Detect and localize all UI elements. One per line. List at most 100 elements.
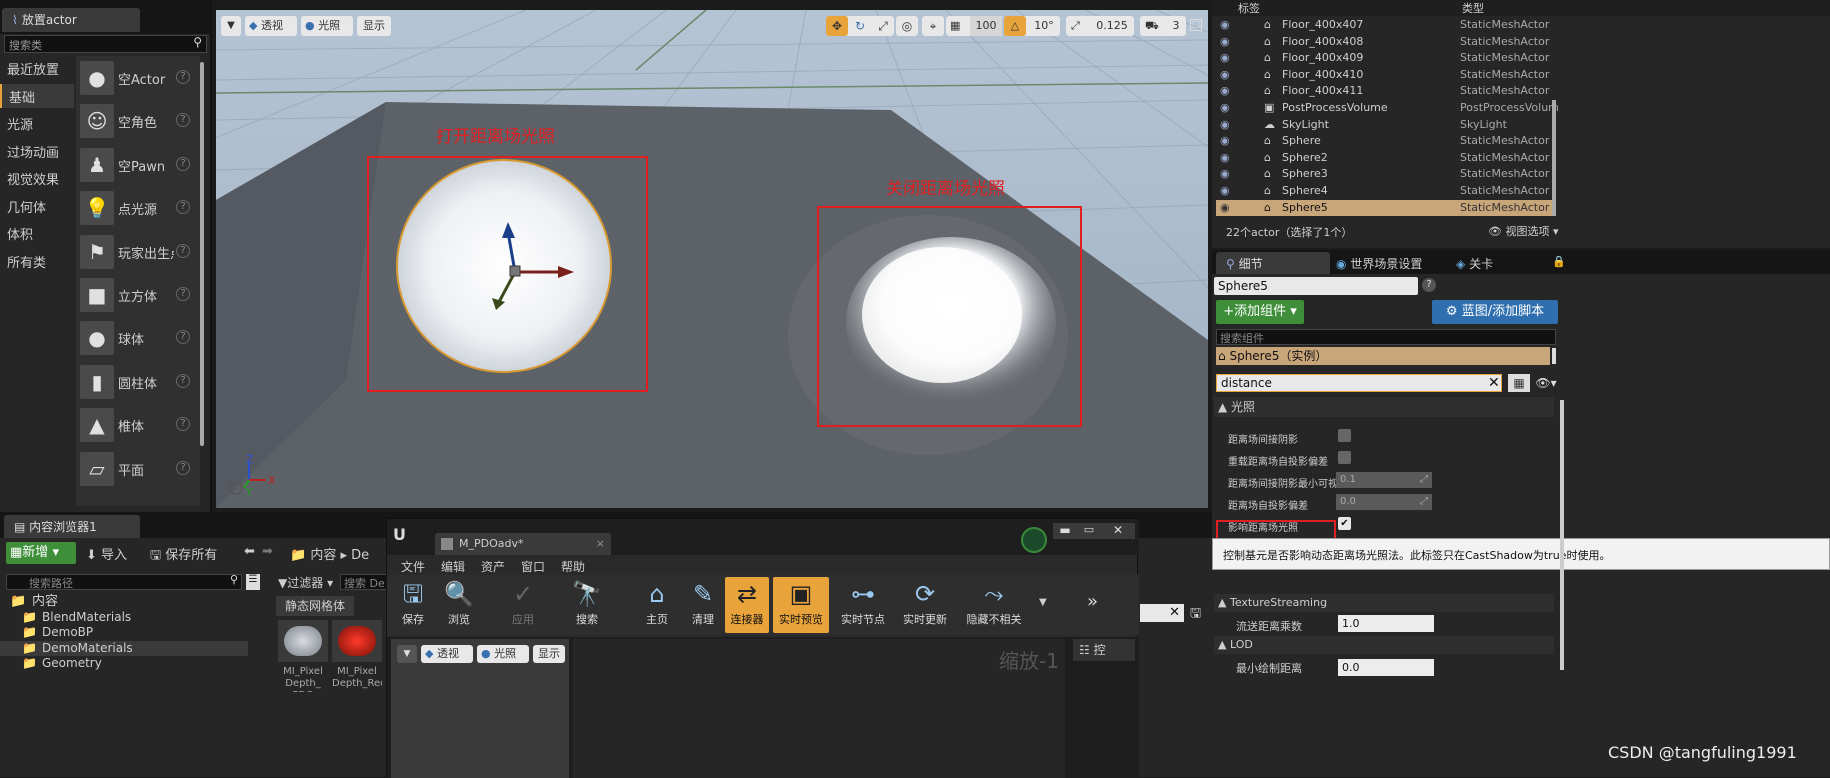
actor-name-field[interactable]: Sphere5 — [1214, 277, 1418, 295]
outliner-row[interactable]: ◉ ⌂ Sphere3 StaticMeshActor — [1216, 166, 1552, 182]
menu-item[interactable]: 资产 — [481, 558, 505, 575]
toolbar-button[interactable]: ▣ 实时预览 — [773, 577, 829, 633]
toolbar-button[interactable]: ⤳ 隐藏不相关 — [959, 577, 1029, 633]
restore-icon[interactable]: ▭ — [1077, 523, 1101, 539]
components-scrollbar[interactable] — [1552, 348, 1556, 364]
outliner-row[interactable]: ◉ ⌂ Floor_400x408 StaticMeshActor — [1216, 34, 1552, 50]
actor-item[interactable]: 💡 点光源? — [76, 186, 200, 229]
toolbar-button[interactable]: ⟳ 实时更新 — [897, 577, 953, 633]
place-actor-search[interactable]: 搜索类 ⚲ — [4, 35, 207, 53]
folder-tree-item[interactable]: 📁 DemoBP — [0, 625, 248, 640]
section-lod[interactable]: ▲ LOD — [1214, 636, 1554, 654]
actor-item[interactable]: ♟ 空Pawn? — [76, 143, 200, 186]
preview-perspective-button[interactable]: ◆ 透视 — [421, 645, 473, 663]
save-all-button[interactable]: 🖫 保存所有 — [150, 544, 217, 568]
toolbar-button[interactable]: ⇄ 连接器 — [725, 577, 769, 633]
outliner-row[interactable]: ◉ ⌂ Sphere4 StaticMeshActor — [1216, 183, 1552, 199]
eye-icon[interactable]: ◉ — [1220, 166, 1230, 182]
toolbar-button[interactable]: ⊶ 实时节点 — [835, 577, 891, 633]
category-item[interactable]: 所有类 — [0, 249, 74, 273]
outliner-row[interactable]: ◉ ▣ PostProcessVolume PostProcessVolum — [1216, 100, 1559, 116]
menu-item[interactable]: 帮助 — [561, 558, 585, 575]
lit-button[interactable]: ● 光照 — [301, 16, 353, 36]
eye-icon[interactable]: ◉ — [1220, 34, 1230, 50]
save-search-icon[interactable]: 🖫 — [1190, 604, 1201, 626]
help-icon[interactable]: ? — [176, 287, 190, 301]
eye-icon[interactable]: ◉ — [1220, 183, 1230, 199]
tab-details[interactable]: ⚲ 细节 — [1216, 252, 1330, 274]
tab-levels[interactable]: ◈ 关卡 — [1456, 255, 1493, 272]
property-number-input[interactable]: 0.1 ⤢ — [1336, 472, 1432, 488]
streaming-input[interactable]: 1.0 — [1338, 615, 1434, 632]
actor-item[interactable]: ☺ 空角色? — [76, 99, 200, 142]
category-item[interactable]: 体积 — [0, 221, 74, 245]
property-matrix-icon[interactable]: ▦ — [1508, 374, 1530, 392]
folder-tree-item[interactable]: 📁 内容 — [0, 594, 248, 609]
search-path-input[interactable]: 搜索路径 ⚲ — [6, 573, 242, 590]
rotate-tool-icon[interactable]: ↻ — [849, 16, 871, 36]
eye-icon[interactable]: ◉ — [1220, 17, 1230, 33]
camera-speed[interactable]: ⛟ 3 — [1140, 16, 1186, 36]
checkbox[interactable] — [1338, 451, 1351, 464]
toolbar-button[interactable]: ✎ 清理 — [681, 577, 725, 633]
search-components-input[interactable]: 搜索组件 — [1216, 329, 1556, 345]
actor-item[interactable]: ▱ 平面? — [76, 447, 200, 490]
forward-icon[interactable]: ➡ — [262, 544, 273, 559]
actor-item[interactable]: ■ 立方体? — [76, 273, 200, 316]
help-icon[interactable]: ? — [176, 200, 190, 215]
component-instance-row[interactable]: ⌂ Sphere5（实例） — [1216, 347, 1550, 365]
breadcrumb-next[interactable]: De — [351, 548, 369, 563]
lock-icon[interactable]: 🔒 — [1552, 255, 1566, 268]
toolbar-button[interactable]: ✓ 应用 — [501, 577, 545, 633]
preview-lit-button[interactable]: ● 光照 — [477, 645, 529, 663]
help-icon[interactable]: ? — [1422, 278, 1436, 292]
tree-options-icon[interactable]: ☰ — [246, 574, 260, 590]
new-button[interactable]: ▦新增 ▾ — [6, 542, 76, 564]
preview-viewport[interactable]: ▼ ◆ 透视 ● 光照 显示 — [391, 639, 569, 778]
category-item[interactable]: 几何体 — [0, 194, 74, 218]
outliner-row[interactable]: ◉ ⌂ Sphere StaticMeshActor — [1216, 133, 1552, 149]
category-item[interactable]: 视觉效果 — [0, 166, 74, 190]
toolbar-button[interactable]: 🔭 搜索 — [565, 577, 609, 633]
viewport-menu-button[interactable]: ▼ — [221, 16, 241, 36]
place-actor-search-input[interactable]: 搜索类 — [9, 37, 42, 53]
reset-arrow-icon[interactable]: ⤢ — [1420, 494, 1428, 510]
actor-item[interactable]: ⚑玩家出生点? — [76, 230, 200, 273]
visibility-filter-icon[interactable]: 👁▾ — [1534, 374, 1558, 392]
help-icon[interactable]: ? — [176, 113, 190, 128]
menu-item[interactable]: 窗口 — [521, 558, 545, 575]
preview-show-button[interactable]: 显示 — [533, 645, 565, 663]
folder-tree-item[interactable]: 📁 BlendMaterials — [0, 610, 248, 625]
move-tool-icon[interactable]: ✥ — [826, 16, 848, 36]
help-icon[interactable]: ? — [176, 330, 190, 345]
grid-snap[interactable]: ▦ 100 — [946, 16, 1002, 36]
eye-icon[interactable]: ◉ — [1220, 100, 1230, 116]
outliner-row[interactable]: ◉ ⌂ Floor_400x411 StaticMeshActor — [1216, 83, 1552, 99]
maximize-icon[interactable]: □ — [1190, 19, 1202, 31]
outliner-row[interactable]: ◉ ☁ SkyLight SkyLight — [1216, 117, 1552, 133]
sphere-df-on[interactable] — [396, 159, 612, 373]
node-graph[interactable]: 缩放-1 — [573, 639, 1065, 778]
add-component-button[interactable]: +添加组件 ▾ — [1216, 300, 1304, 324]
content-browser-tab[interactable]: ▤ 内容浏览器1 — [4, 515, 140, 538]
toolbar-button[interactable]: 🖫 保存 — [391, 577, 435, 633]
col-type[interactable]: 类型 — [1462, 0, 1484, 16]
tab-world-settings[interactable]: ◉ 世界场景设置 — [1336, 255, 1422, 272]
help-icon[interactable]: ? — [176, 156, 190, 171]
category-item[interactable]: 过场动画 — [0, 139, 74, 163]
details-scrollbar[interactable] — [1560, 400, 1564, 670]
eye-icon[interactable]: ◉ — [1220, 150, 1230, 166]
section-texture-streaming[interactable]: ▲ TextureStreaming — [1214, 594, 1554, 612]
palette-tab[interactable]: ☷ 控 — [1073, 639, 1135, 661]
view-options-button[interactable]: 👁 视图选项 ▾ — [1488, 223, 1559, 239]
property-filter-input[interactable]: distance — [1216, 374, 1502, 392]
outliner-row[interactable]: ◉ ⌂ Sphere5 StaticMeshActor — [1216, 199, 1552, 216]
toolbar-dropdown-icon[interactable]: ▼ — [1039, 597, 1047, 608]
help-icon[interactable]: ? — [176, 417, 190, 432]
minimize-icon[interactable]: ▬ — [1053, 523, 1077, 539]
filter-chip-static-mesh[interactable]: 静态网格体 — [276, 596, 354, 616]
actor-item[interactable]: ● 空Actor? — [76, 56, 200, 99]
actor-item[interactable]: ▮ 圆柱体? — [76, 360, 200, 403]
rotation-snap[interactable]: △ 10° — [1004, 16, 1060, 36]
filters-button[interactable]: ▼过滤器 ▾ — [278, 574, 333, 591]
